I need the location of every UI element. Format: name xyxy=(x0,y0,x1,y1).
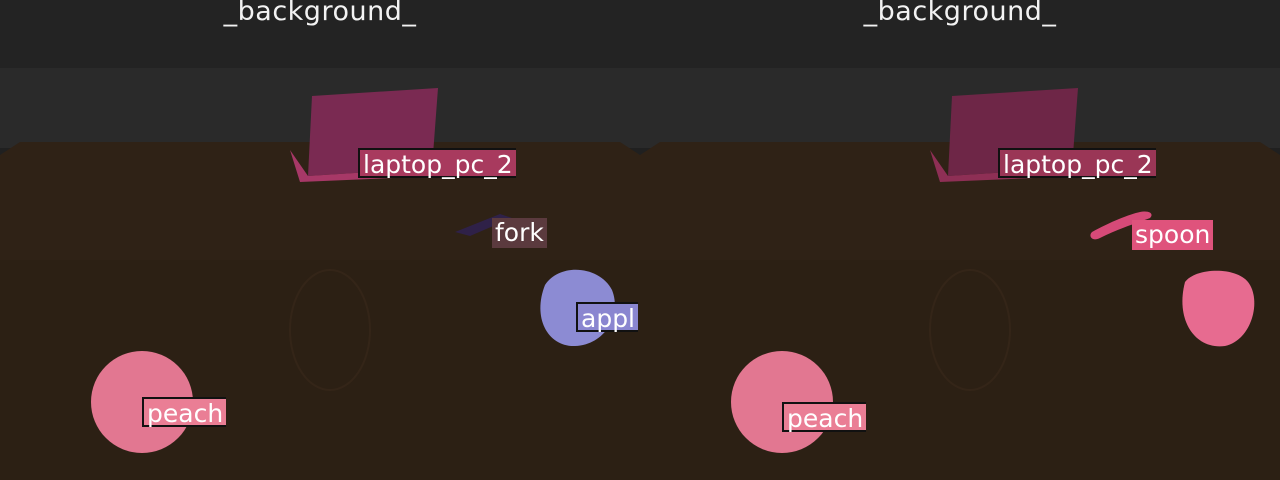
peach-label: peach xyxy=(142,397,227,428)
spoon-label: spoon xyxy=(1132,220,1214,250)
right-segmentation-view: _background_ laptop_pc_2 spoon peach xyxy=(640,0,1280,480)
apple-label: appl xyxy=(576,302,639,333)
background-label: _background_ xyxy=(223,0,417,27)
background-label: _background_ xyxy=(863,0,1057,27)
peach-label: peach xyxy=(782,402,867,433)
fork-label: fork xyxy=(492,218,547,248)
left-segmentation-view: _background_ laptop_pc_2 fork appl peach xyxy=(0,0,640,480)
laptop-label: laptop_pc_2 xyxy=(998,148,1156,179)
laptop-label: laptop_pc_2 xyxy=(358,148,516,179)
